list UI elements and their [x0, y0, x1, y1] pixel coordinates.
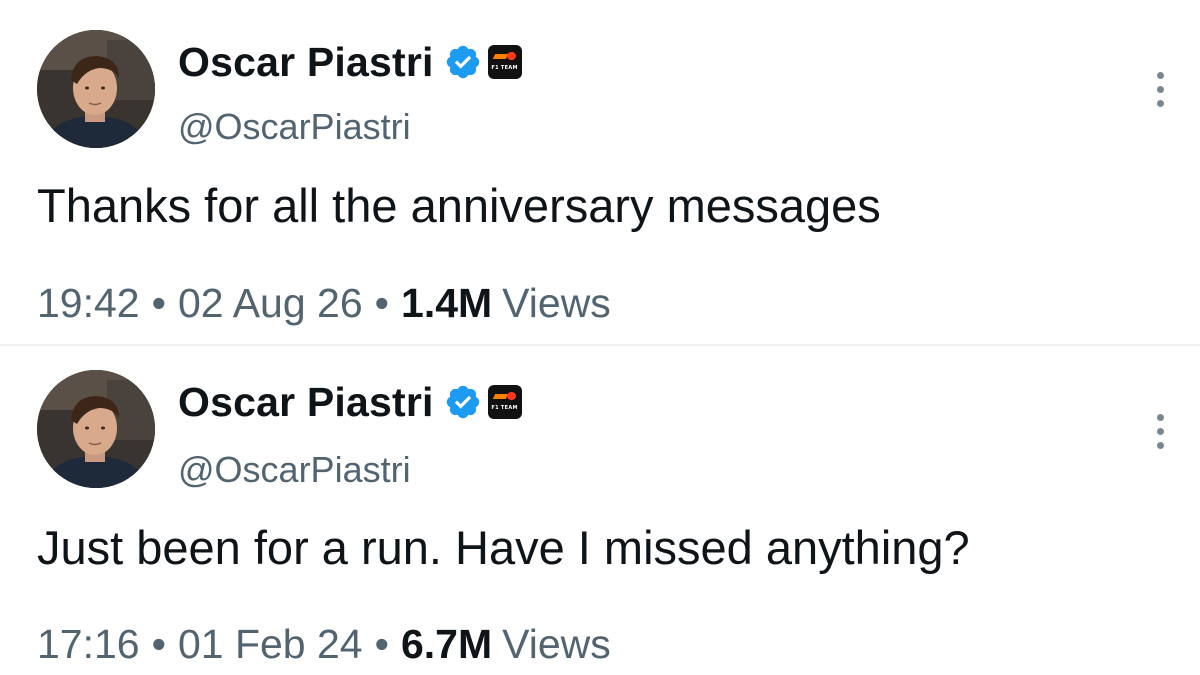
more-options-icon[interactable]	[1150, 414, 1170, 449]
avatar[interactable]	[37, 30, 155, 148]
author-row: Oscar Piastri F1 TEAM	[178, 32, 522, 92]
tweet-meta: 19:42 • 02 Aug 26 • 1.4M Views	[37, 280, 611, 327]
tweet-time[interactable]: 19:42	[37, 280, 140, 327]
more-dot	[1156, 100, 1164, 107]
author-handle[interactable]: @OscarPiastri	[178, 449, 411, 491]
views-label[interactable]: Views	[502, 621, 611, 668]
more-dot	[1156, 86, 1164, 93]
tweet-text: Just been for a run. Have I missed anyth…	[37, 521, 970, 574]
team-badge-label: F1 TEAM	[491, 405, 518, 411]
avatar[interactable]	[37, 370, 155, 488]
author-row: Oscar Piastri F1 TEAM	[178, 372, 522, 432]
team-badge-stripe	[492, 394, 508, 399]
tweet-date[interactable]: 02 Aug 26	[178, 280, 363, 327]
team-badge-label: F1 TEAM	[491, 65, 518, 71]
tweet-date[interactable]: 01 Feb 24	[178, 621, 363, 668]
more-dot	[1156, 72, 1164, 79]
author-handle[interactable]: @OscarPiastri	[178, 106, 411, 148]
meta-separator: •	[151, 621, 166, 667]
tweet-text: Thanks for all the anniversary messages	[37, 179, 881, 232]
mclaren-team-badge-icon[interactable]: F1 TEAM	[487, 385, 522, 419]
verified-badge-icon[interactable]	[444, 383, 482, 421]
team-badge-stripe	[492, 54, 508, 59]
team-badge-dot	[506, 52, 516, 60]
avatar-image	[37, 30, 155, 148]
more-dot	[1156, 414, 1164, 421]
views-label[interactable]: Views	[502, 280, 611, 327]
author-name[interactable]: Oscar Piastri	[178, 379, 434, 426]
views-count[interactable]: 1.4M	[401, 280, 492, 327]
more-dot	[1156, 428, 1164, 435]
team-badge-dot	[506, 392, 516, 400]
views-count[interactable]: 6.7M	[401, 621, 492, 668]
more-dot	[1156, 442, 1164, 449]
tweet-card[interactable]: Oscar Piastri F1 TEAM @OscarPiastri Than…	[0, 0, 1200, 344]
tweet-card[interactable]: Oscar Piastri F1 TEAM @OscarPiastri Just…	[0, 346, 1200, 675]
meta-separator: •	[151, 280, 166, 326]
author-name[interactable]: Oscar Piastri	[178, 39, 434, 86]
avatar-image	[37, 370, 155, 488]
meta-separator: •	[374, 280, 390, 326]
tweet-time[interactable]: 17:16	[37, 621, 140, 668]
meta-separator: •	[374, 621, 389, 667]
mclaren-team-badge-icon[interactable]: F1 TEAM	[487, 45, 522, 79]
verified-badge-icon[interactable]	[444, 43, 482, 81]
tweet-meta: 17:16 • 01 Feb 24 • 6.7M Views	[37, 621, 611, 668]
more-options-icon[interactable]	[1150, 72, 1170, 107]
